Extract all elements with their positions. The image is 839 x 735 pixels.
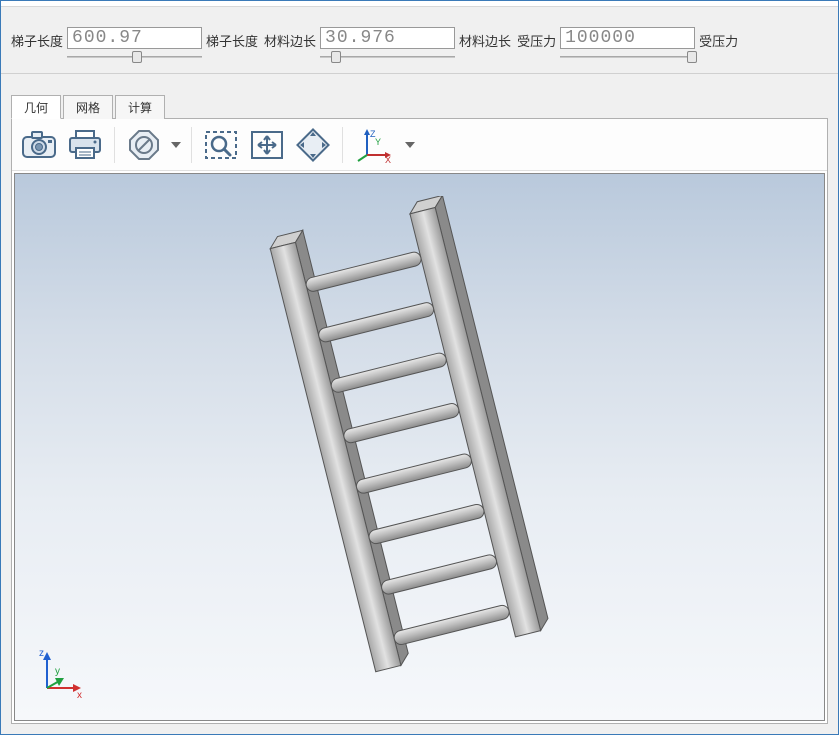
svg-text:y: y bbox=[55, 666, 60, 677]
prohibit-button[interactable] bbox=[123, 124, 165, 166]
fit-view-icon bbox=[250, 130, 284, 160]
print-icon bbox=[68, 130, 102, 160]
param-edge-label: 材料边长 bbox=[264, 27, 316, 50]
axis-xy-icon: Z Y X bbox=[355, 127, 395, 163]
camera-icon bbox=[22, 131, 56, 159]
viewport-3d[interactable]: z x y bbox=[14, 173, 825, 721]
parameter-bar: 梯子长度 梯子长度 材料边长 材料边长 受压力 bbox=[1, 7, 838, 74]
param-edge-slider[interactable] bbox=[320, 51, 455, 63]
svg-text:X: X bbox=[385, 155, 391, 163]
fit-view-button[interactable] bbox=[246, 124, 288, 166]
param-pressure-group: 受压力 受压力 bbox=[517, 27, 738, 63]
camera-button[interactable] bbox=[18, 124, 60, 166]
zoom-box-icon bbox=[204, 130, 238, 160]
param-length-slider[interactable] bbox=[67, 51, 202, 63]
viewport-toolbar: Z Y X bbox=[12, 119, 827, 171]
param-edge-suffix: 材料边长 bbox=[459, 27, 511, 50]
tab-bar: 几何 网格 计算 bbox=[11, 94, 828, 118]
param-pressure-label: 受压力 bbox=[517, 27, 556, 50]
param-pressure-suffix: 受压力 bbox=[699, 27, 738, 50]
param-pressure-slider[interactable] bbox=[560, 51, 695, 63]
param-edge-stack bbox=[320, 27, 455, 63]
prohibit-icon bbox=[128, 129, 160, 161]
axis-orientation-button[interactable]: Z Y X bbox=[351, 124, 399, 166]
svg-text:x: x bbox=[77, 690, 82, 701]
zoom-extent-button[interactable] bbox=[292, 124, 334, 166]
param-length-stack bbox=[67, 27, 202, 63]
app-window: 梯子长度 梯子长度 材料边长 材料边长 受压力 bbox=[0, 0, 839, 735]
chevron-down-icon bbox=[171, 142, 181, 148]
param-pressure-input[interactable] bbox=[560, 27, 695, 49]
svg-text:z: z bbox=[39, 648, 44, 659]
param-length-label: 梯子长度 bbox=[11, 27, 63, 50]
zoom-box-button[interactable] bbox=[200, 124, 242, 166]
svg-text:Y: Y bbox=[375, 137, 381, 147]
prohibit-dropdown[interactable] bbox=[169, 124, 183, 166]
orientation-triad: z x y bbox=[29, 642, 93, 706]
toolbar-sep-2 bbox=[191, 127, 192, 163]
chevron-down-icon bbox=[405, 142, 415, 148]
param-length-suffix: 梯子长度 bbox=[206, 27, 258, 50]
tab-mesh[interactable]: 网格 bbox=[63, 95, 113, 119]
toolbar-sep-1 bbox=[114, 127, 115, 163]
param-edge-input[interactable] bbox=[320, 27, 455, 49]
axis-dropdown[interactable] bbox=[403, 124, 417, 166]
tab-geometry[interactable]: 几何 bbox=[11, 95, 61, 119]
param-length-group: 梯子长度 梯子长度 bbox=[11, 27, 258, 63]
ladder-geometry bbox=[250, 196, 590, 676]
param-length-input[interactable] bbox=[67, 27, 202, 49]
tab-calc[interactable]: 计算 bbox=[115, 95, 165, 119]
tab-panel: Z Y X bbox=[11, 118, 828, 724]
param-pressure-stack bbox=[560, 27, 695, 63]
zoom-extent-icon bbox=[296, 128, 330, 162]
content-area: 几何 网格 计算 bbox=[1, 74, 838, 734]
print-button[interactable] bbox=[64, 124, 106, 166]
toolbar-sep-3 bbox=[342, 127, 343, 163]
param-edge-group: 材料边长 材料边长 bbox=[264, 27, 511, 63]
